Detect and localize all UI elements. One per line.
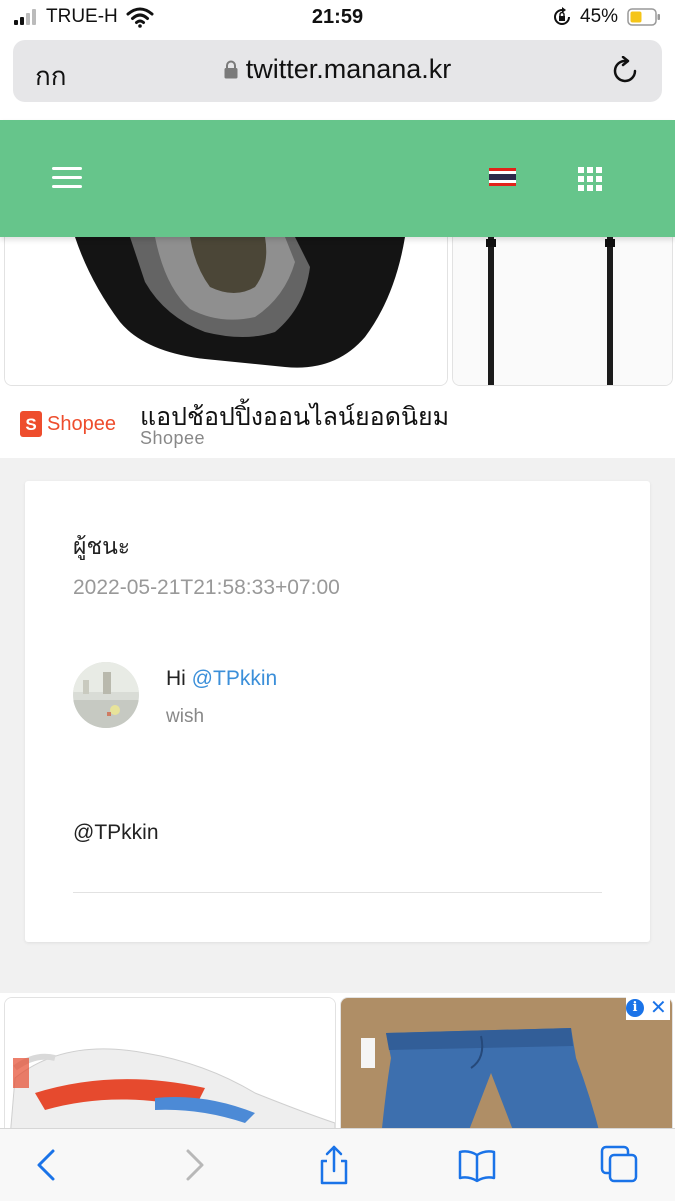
tabs-icon[interactable] — [600, 1145, 640, 1185]
post-card: ผู้ชนะ 2022-05-21T21:58:33+07:00 Hi @TPk… — [25, 481, 650, 942]
ad-banner-top[interactable]: S Shopee แอปช้อปปิ้งออนไลน์ยอดนิยม Shope… — [0, 237, 675, 458]
browser-address-area: กก twitter.manana.kr — [0, 36, 675, 120]
orientation-lock-icon — [554, 7, 570, 25]
address-bar[interactable]: กก twitter.manana.kr — [13, 40, 662, 102]
url-display[interactable]: twitter.manana.kr — [13, 54, 662, 85]
battery-percent: 45% — [580, 6, 619, 27]
ad-pants-image[interactable] — [340, 997, 673, 1139]
back-icon[interactable] — [27, 1145, 67, 1185]
battery-icon — [627, 8, 660, 26]
apps-grid-icon[interactable] — [578, 167, 602, 191]
thai-flag-icon[interactable] — [489, 168, 516, 186]
ad-close-icon[interactable]: ✕ — [650, 998, 667, 1018]
url-text: twitter.manana.kr — [245, 54, 452, 84]
adchoices-info-icon[interactable]: i — [626, 999, 644, 1017]
user-tag[interactable]: @TPkkin — [73, 821, 159, 845]
ad-banner-bottom[interactable]: i ✕ — [0, 993, 675, 1139]
status-bar: TRUE-H 21:59 45% — [0, 0, 675, 36]
ad-shoe-image[interactable] — [4, 997, 336, 1139]
greeting-prefix: Hi — [166, 667, 192, 690]
post-subtext: wish — [166, 706, 205, 727]
clock: 21:59 — [311, 6, 364, 28]
mention-link[interactable]: @TPkkin — [192, 667, 278, 690]
avatar[interactable] — [73, 662, 139, 728]
hamburger-menu-icon[interactable] — [52, 167, 82, 189]
shopee-logo[interactable]: S Shopee — [20, 409, 116, 439]
browser-toolbar — [0, 1128, 675, 1201]
ad-product-image[interactable] — [4, 237, 448, 386]
forward-icon[interactable] — [174, 1145, 214, 1185]
bookmarks-icon[interactable] — [457, 1145, 497, 1185]
reload-icon[interactable] — [612, 56, 640, 86]
adchoices[interactable]: i ✕ — [626, 996, 670, 1020]
divider — [73, 892, 602, 893]
post-date: 2022-05-21T21:58:33+07:00 — [73, 576, 340, 599]
post-title: ผู้ชนะ — [73, 534, 131, 560]
share-icon[interactable] — [314, 1145, 354, 1185]
greeting: Hi @TPkkin — [166, 667, 277, 691]
site-header — [0, 120, 675, 237]
ad-product-image-2[interactable] — [452, 237, 673, 386]
shopee-bag-icon: S — [20, 411, 42, 437]
ad-source: Shopee — [140, 428, 206, 448]
padlock-icon — [224, 60, 238, 79]
shopee-logo-text: Shopee — [47, 412, 116, 435]
